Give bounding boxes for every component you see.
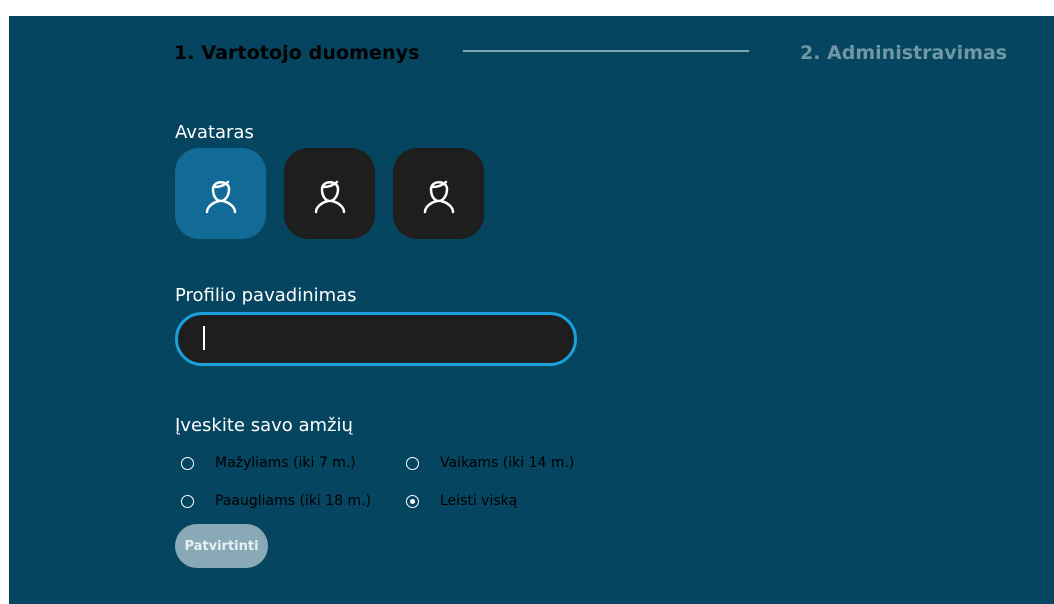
age-options-row-2: Paaugliams (iki 18 m.) Leisti viską [181, 493, 517, 509]
left-edge-strip [0, 16, 9, 604]
person-icon [423, 180, 454, 213]
age-options-row-1: Mažyliams (iki 7 m.) Vaikams (iki 14 m.) [181, 455, 574, 471]
age-option-toddlers[interactable]: Mažyliams (iki 7 m.) [181, 455, 406, 471]
step-progress-line [463, 50, 749, 52]
avatar-section-label: Avataras [175, 122, 254, 143]
age-option-kids[interactable]: Vaikams (iki 14 m.) [406, 455, 574, 471]
radio-unchecked-icon [181, 456, 194, 470]
person-icon [205, 180, 236, 213]
radio-checked-icon [406, 494, 419, 508]
profile-name-input[interactable] [175, 312, 577, 366]
age-option-label: Paaugliams (iki 18 m.) [215, 493, 372, 509]
radio-unchecked-icon [406, 456, 419, 470]
step-2-label: 2. Administravimas [800, 42, 1008, 64]
text-caret [203, 326, 205, 350]
avatar-option-1[interactable] [175, 148, 266, 239]
avatar-picker [175, 148, 484, 239]
age-option-label: Mažyliams (iki 7 m.) [215, 455, 356, 471]
avatar-option-3[interactable] [393, 148, 484, 239]
radio-unchecked-icon [181, 494, 194, 508]
step-1-label: 1. Vartotojo duomenys [174, 42, 420, 64]
age-option-teens[interactable]: Paaugliams (iki 18 m.) [181, 493, 406, 509]
age-option-allow-all[interactable]: Leisti viską [406, 493, 517, 509]
profile-setup-panel [9, 16, 1054, 604]
avatar-option-2[interactable] [284, 148, 375, 239]
age-option-label: Vaikams (iki 14 m.) [440, 455, 575, 471]
age-section-label: Įveskite savo amžių [175, 415, 353, 436]
person-icon [314, 180, 345, 213]
profile-name-label: Profilio pavadinimas [175, 285, 357, 306]
confirm-button[interactable]: Patvirtinti [175, 524, 268, 568]
age-option-label: Leisti viską [440, 493, 518, 509]
